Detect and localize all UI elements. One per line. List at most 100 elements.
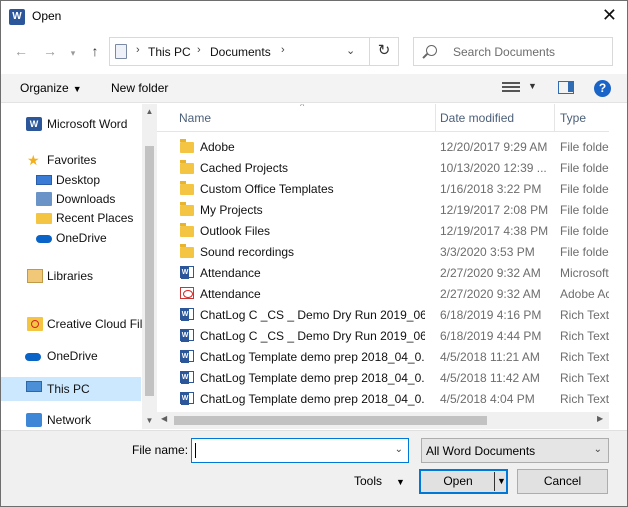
refresh-icon[interactable]: ↻ [369, 38, 398, 65]
nav-item-onedrive[interactable]: OneDrive [1, 346, 141, 368]
file-list-vertical-scrollbar[interactable] [609, 104, 626, 410]
breadcrumb-chevron-icon[interactable]: › [136, 44, 140, 56]
column-divider[interactable] [435, 104, 436, 131]
forward-arrow-icon[interactable]: → [41, 42, 59, 60]
nav-item-network[interactable]: Network [1, 410, 141, 429]
nav-item-favorites[interactable]: ★ Favorites [1, 150, 141, 172]
scrollbar-thumb[interactable] [145, 146, 154, 396]
file-row[interactable]: ChatLog Template demo prep 2018_04_0... 4… [157, 346, 609, 367]
nav-item-recent-places[interactable]: Recent Places [1, 208, 141, 230]
scroll-right-icon[interactable]: ▶ [597, 414, 603, 423]
file-type: Rich Text [560, 371, 609, 385]
computer-icon [26, 381, 42, 392]
recent-locations-chevron-icon[interactable]: ▾ [64, 44, 82, 62]
nav-item-this-pc[interactable]: This PC [1, 377, 141, 401]
nav-item-onedrive-favorite[interactable]: OneDrive [1, 228, 141, 250]
nav-item-creative-cloud[interactable]: Creative Cloud Fil [1, 314, 143, 336]
chevron-down-icon: ▼ [396, 477, 405, 487]
file-type: Rich Text [560, 329, 609, 343]
rtf-icon [180, 308, 194, 321]
scroll-up-icon[interactable]: ▲ [142, 107, 157, 116]
nav-label: Downloads [56, 192, 116, 206]
nav-label: Microsoft Word [47, 117, 128, 131]
file-row[interactable]: My Projects 12/19/2017 2:08 PM File folde [157, 199, 609, 220]
sort-ascending-icon: ^ [300, 104, 305, 111]
split-divider [494, 472, 495, 491]
organize-label: Organize [20, 81, 69, 95]
column-header-type[interactable]: Type [560, 111, 586, 125]
breadcrumb-documents[interactable]: Documents [210, 45, 271, 59]
file-row[interactable]: ChatLog C _CS _ Demo Dry Run 2019_06_...… [157, 304, 609, 325]
file-name: ChatLog C _CS _ Demo Dry Run 2019_06_... [200, 329, 425, 343]
file-row[interactable]: Custom Office Templates 1/16/2018 3:22 PM… [157, 178, 609, 199]
creative-cloud-icon [27, 317, 43, 331]
file-row[interactable]: ChatLog Template demo prep 2018_04_0... 4… [157, 388, 609, 409]
navigation-pane-scrollbar[interactable]: ▲ ▼ [142, 104, 157, 429]
nav-item-libraries[interactable]: Libraries [1, 266, 141, 288]
network-icon [26, 413, 42, 427]
file-row[interactable]: Sound recordings 3/3/2020 3:53 PM File fol… [157, 241, 609, 262]
file-date-modified: 4/5/2018 11:21 AM [440, 350, 540, 364]
search-placeholder: Search Documents [453, 45, 556, 59]
address-dropdown-icon[interactable]: ⌄ [346, 44, 355, 57]
file-row[interactable]: ChatLog Template demo prep 2018_04_0... 4… [157, 367, 609, 388]
file-date-modified: 10/13/2020 12:39 ... [440, 161, 547, 175]
file-name: Adobe [200, 140, 235, 154]
tools-button[interactable]: Tools ▼ [354, 474, 405, 488]
view-options-icon[interactable] [502, 81, 520, 93]
file-name: Custom Office Templates [200, 182, 334, 196]
view-options-chevron-icon[interactable]: ▼ [528, 81, 537, 91]
up-arrow-icon[interactable]: ↑ [86, 42, 104, 60]
file-date-modified: 2/27/2020 9:32 AM [440, 287, 541, 301]
libraries-icon [27, 269, 43, 283]
onedrive-cloud-icon [25, 353, 41, 361]
file-row[interactable]: Attendance 2/27/2020 9:32 AM Microsoft [157, 262, 609, 283]
scrollbar-thumb[interactable] [174, 416, 487, 425]
new-folder-button[interactable]: New folder [111, 81, 168, 95]
search-box[interactable]: Search Documents [413, 37, 613, 66]
rtf-icon [180, 329, 194, 342]
column-header-name[interactable]: Name [179, 111, 211, 125]
help-icon[interactable]: ? [594, 80, 611, 97]
file-row[interactable]: ChatLog C _CS _ Demo Dry Run 2019_06_...… [157, 325, 609, 346]
scroll-left-icon[interactable]: ◀ [161, 414, 167, 423]
star-icon: ★ [27, 152, 40, 168]
command-toolbar: Organize ▼ New folder ▼ ? [1, 74, 627, 103]
file-row[interactable]: Adobe 12/20/2017 9:29 AM File folde [157, 136, 609, 157]
file-name: Cached Projects [200, 161, 289, 175]
breadcrumb-chevron-icon[interactable]: › [197, 44, 201, 56]
cancel-button[interactable]: Cancel [517, 469, 608, 494]
nav-label: OneDrive [56, 231, 107, 245]
bottom-panel: File name: ⌄ All Word Documents ⌄ Tools ▼… [1, 430, 627, 506]
column-header-date-modified[interactable]: Date modified [440, 111, 514, 125]
word-icon: W [26, 117, 42, 131]
breadcrumb-this-pc[interactable]: This PC [148, 45, 191, 59]
file-type-filter[interactable]: All Word Documents ⌄ [421, 438, 609, 463]
organize-button[interactable]: Organize ▼ [20, 81, 82, 95]
file-row[interactable]: Cached Projects 10/13/2020 12:39 ... File … [157, 157, 609, 178]
onedrive-cloud-icon [36, 235, 52, 243]
scroll-down-icon[interactable]: ▼ [142, 416, 157, 425]
file-row[interactable]: Attendance 2/27/2020 9:32 AM Adobe Ac [157, 283, 609, 304]
chevron-down-icon[interactable]: ⌄ [395, 444, 403, 455]
back-arrow-icon[interactable]: ← [12, 42, 30, 60]
file-type: File folde [560, 161, 609, 175]
navigation-pane: W Microsoft Word ★ Favorites Desktop Dow… [1, 104, 156, 429]
nav-label: Creative Cloud Fil [47, 317, 143, 331]
file-type-value: All Word Documents [426, 444, 536, 458]
file-date-modified: 12/19/2017 2:08 PM [440, 203, 549, 217]
preview-pane-icon[interactable] [558, 81, 574, 94]
address-bar[interactable]: › This PC › Documents › ⌄ ↻ [109, 37, 399, 66]
nav-item-microsoft-word[interactable]: W Microsoft Word [1, 114, 141, 136]
file-name-input[interactable] [193, 440, 385, 461]
breadcrumb-chevron-icon[interactable]: › [281, 44, 285, 56]
file-date-modified: 6/18/2019 4:16 PM [440, 308, 542, 322]
column-divider[interactable] [554, 104, 555, 131]
open-options-chevron-icon[interactable]: ▼ [497, 471, 506, 492]
file-row[interactable]: Outlook Files 12/19/2017 4:38 PM File fold… [157, 220, 609, 241]
folder-icon [180, 244, 194, 258]
file-name-combobox[interactable]: ⌄ [191, 438, 409, 463]
file-list-horizontal-scrollbar[interactable]: ◀ ▶ [157, 412, 609, 429]
close-icon[interactable]: ✕ [602, 6, 617, 24]
open-button[interactable]: Open ▼ [419, 469, 508, 494]
